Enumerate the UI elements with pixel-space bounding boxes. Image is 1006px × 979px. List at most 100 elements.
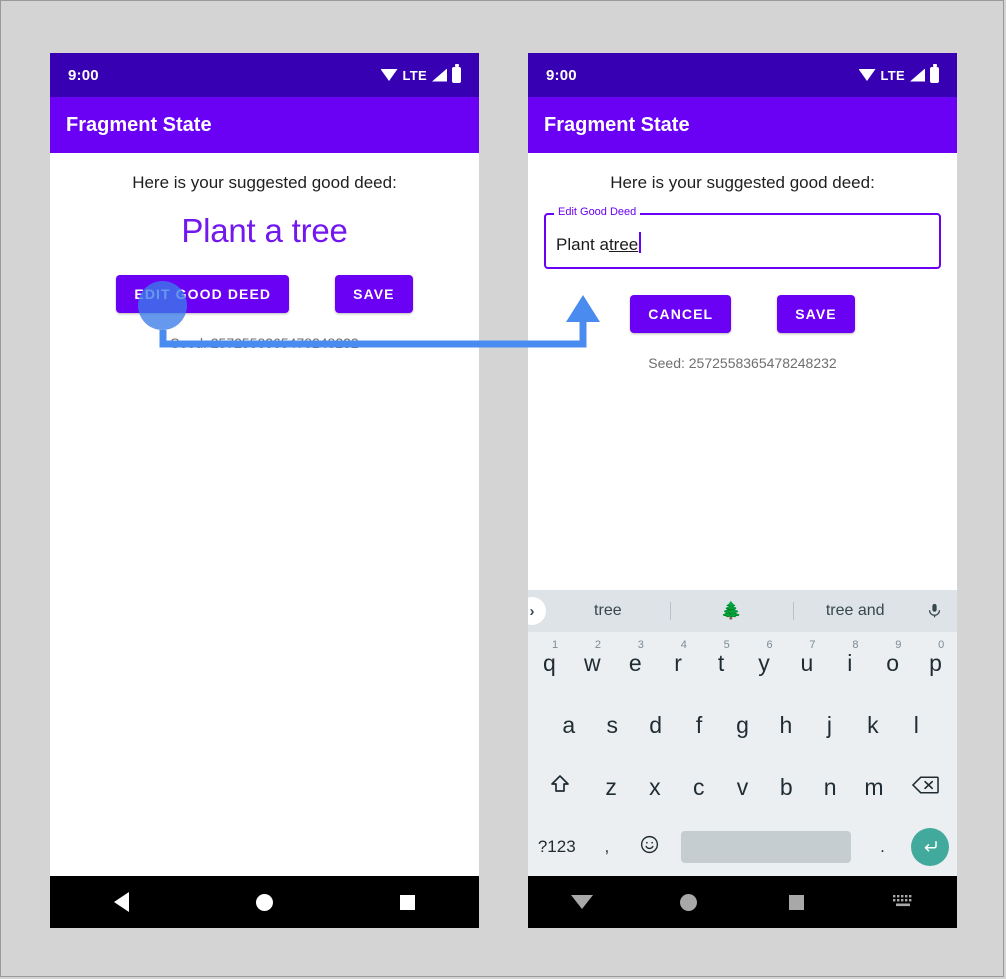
battery-icon xyxy=(930,64,939,83)
key-k[interactable]: k xyxy=(851,712,894,739)
back-triangle-icon xyxy=(114,892,129,912)
content-area-right: Here is your suggested good deed: Edit G… xyxy=(528,153,957,876)
key-label: o xyxy=(886,649,900,676)
key-label: e xyxy=(628,649,642,676)
key-hint: 0 xyxy=(938,638,945,651)
key-o[interactable]: 9o xyxy=(871,639,914,677)
suggestion-item-2[interactable]: 🌲 xyxy=(670,601,794,621)
microphone-icon[interactable] xyxy=(917,600,951,622)
status-clock: 9:00 xyxy=(68,66,99,84)
key-i[interactable]: 8i xyxy=(828,639,871,677)
key-u[interactable]: 7u xyxy=(785,639,828,677)
status-clock: 9:00 xyxy=(546,66,577,84)
keyboard-row-1: 1q 2w 3e 4r 5t 6y 7u 8i 9o 0p xyxy=(528,632,957,694)
period-key[interactable]: . xyxy=(861,837,904,857)
software-keyboard: › tree 🌲 tree and 1q 2w 3e 4r 5t 6 y 7 u… xyxy=(528,590,957,876)
keyboard-row-3: z x c v b n m xyxy=(528,756,957,818)
key-c[interactable]: c xyxy=(677,774,721,801)
key-f[interactable]: f xyxy=(677,712,720,739)
content-area-left: Here is your suggested good deed: Plant … xyxy=(50,153,479,876)
keyboard-row-2: a s d f g h j k l xyxy=(528,694,957,756)
key-z[interactable]: z xyxy=(589,774,633,801)
key-label: t xyxy=(717,649,725,676)
status-icons: LTE xyxy=(380,64,461,83)
good-deed-headline: Plant a tree xyxy=(181,212,348,249)
key-p[interactable]: 0p xyxy=(914,639,957,677)
key-l[interactable]: l xyxy=(895,712,938,739)
nav-home-button[interactable] xyxy=(635,893,742,911)
button-row-left: EDIT GOOD DEED SAVE xyxy=(50,275,479,313)
key-d[interactable]: d xyxy=(634,712,677,739)
text-field-label: Edit Good Deed xyxy=(554,205,641,219)
text-caret-icon xyxy=(639,232,642,253)
key-hint: 3 xyxy=(637,638,644,651)
backspace-key[interactable] xyxy=(896,774,955,801)
emoji-smiley-icon xyxy=(640,835,658,853)
nav-back-button[interactable] xyxy=(50,892,193,912)
system-nav-bar-left xyxy=(50,876,479,928)
emoji-key[interactable] xyxy=(628,834,671,861)
key-hint: 7 xyxy=(809,638,816,651)
key-y[interactable]: 6y xyxy=(743,639,786,677)
status-icons: LTE xyxy=(858,64,939,83)
signal-icon xyxy=(910,68,925,82)
system-nav-bar-right xyxy=(528,876,957,928)
key-q[interactable]: 1q xyxy=(528,639,571,677)
key-label: i xyxy=(847,649,853,676)
shift-key[interactable] xyxy=(530,772,589,802)
enter-key[interactable] xyxy=(904,828,957,866)
key-a[interactable]: a xyxy=(547,712,590,739)
nav-keyboard-switch-button[interactable] xyxy=(850,894,957,910)
suggestion-item-1[interactable]: tree xyxy=(546,602,670,620)
key-hint: 4 xyxy=(680,638,687,651)
keyboard-row-4: ?123 , . xyxy=(528,818,957,876)
key-b[interactable]: b xyxy=(764,774,808,801)
key-e[interactable]: 3e xyxy=(614,639,657,677)
key-w[interactable]: 2w xyxy=(571,639,614,677)
status-bar: 9:00 LTE xyxy=(528,53,957,97)
shift-icon xyxy=(550,775,569,792)
key-label: p xyxy=(929,649,942,676)
key-label: y xyxy=(758,649,770,676)
nav-recents-button[interactable] xyxy=(336,894,479,910)
key-s[interactable]: s xyxy=(590,712,633,739)
app-bar-title: Fragment State xyxy=(544,113,690,136)
suggestion-item-3[interactable]: tree and xyxy=(793,602,917,620)
key-j[interactable]: j xyxy=(808,712,851,739)
symbols-key[interactable]: ?123 xyxy=(528,837,586,857)
text-field-value: Plant a tree xyxy=(556,229,642,255)
app-bar-title: Fragment State xyxy=(66,113,212,136)
down-triangle-icon xyxy=(570,895,593,909)
nav-hide-keyboard-button[interactable] xyxy=(528,895,635,909)
key-label: q xyxy=(543,649,556,676)
comma-key[interactable]: , xyxy=(586,837,629,857)
key-hint: 9 xyxy=(895,638,902,651)
nav-recents-button[interactable] xyxy=(743,894,850,910)
save-button[interactable]: SAVE xyxy=(777,295,855,333)
edit-good-deed-text-field[interactable]: Edit Good Deed Plant a tree xyxy=(544,205,941,269)
key-x[interactable]: x xyxy=(633,774,677,801)
cancel-button[interactable]: CANCEL xyxy=(630,295,732,333)
key-m[interactable]: m xyxy=(852,774,896,801)
keyboard-icon xyxy=(893,895,912,907)
home-circle-icon xyxy=(680,893,698,911)
key-n[interactable]: n xyxy=(808,774,852,801)
key-r[interactable]: 4r xyxy=(657,639,700,677)
phone-screen-after: 9:00 LTE Fragment State Here is your sug… xyxy=(528,53,957,928)
key-t[interactable]: 5t xyxy=(700,639,743,677)
space-key[interactable] xyxy=(680,831,852,863)
save-button[interactable]: SAVE xyxy=(335,275,413,313)
nav-home-button[interactable] xyxy=(193,893,336,911)
key-g[interactable]: g xyxy=(721,712,764,739)
key-v[interactable]: v xyxy=(721,774,765,801)
enter-key-circle xyxy=(911,828,950,866)
key-label: u xyxy=(800,649,814,676)
home-circle-icon xyxy=(256,893,273,911)
key-h[interactable]: h xyxy=(764,712,807,739)
chevron-right-icon[interactable]: › xyxy=(528,597,546,625)
text-field-value-plain: Plant a xyxy=(556,235,609,254)
key-hint: 1 xyxy=(551,638,559,651)
suggestion-bar: › tree 🌲 tree and xyxy=(528,590,957,632)
app-bar: Fragment State xyxy=(528,97,957,153)
network-label: LTE xyxy=(402,67,427,83)
